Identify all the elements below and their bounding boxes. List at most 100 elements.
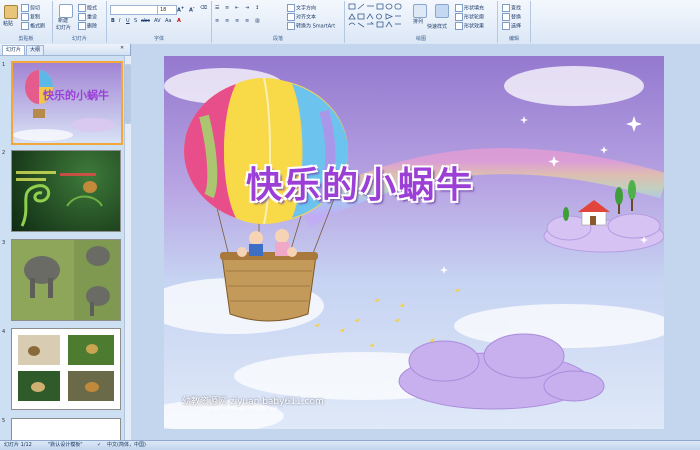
thumbnail-number: 2: [2, 150, 6, 156]
tab-slides[interactable]: 幻灯片: [2, 45, 26, 55]
shape-outline-label: 形状轮廓: [464, 14, 485, 21]
format-painter-label: 格式刷: [30, 23, 46, 30]
thumbnail-1-art: [13, 70, 115, 141]
increase-indent-icon[interactable]: ⇥: [245, 5, 249, 11]
slide-thumbnail-4[interactable]: [11, 328, 121, 410]
replace-label: 替换: [511, 14, 522, 21]
paste-button[interactable]: 粘贴: [3, 20, 13, 27]
align-right-icon[interactable]: ≡: [235, 18, 239, 24]
strikethrough-icon[interactable]: abc: [141, 18, 150, 24]
shrink-font-icon[interactable]: A-: [189, 5, 195, 14]
align-text-icon: [287, 13, 295, 21]
cut-button[interactable]: 剪切: [21, 4, 40, 12]
layout-icon: [78, 4, 86, 12]
align-text-button[interactable]: 对齐文本: [287, 13, 316, 21]
shape-fill-button[interactable]: 形状填充: [455, 4, 484, 12]
font-group-label: 字体: [153, 36, 164, 42]
clear-format-icon[interactable]: ⌫: [200, 5, 207, 11]
new-slide-icon: [59, 4, 73, 18]
columns-icon[interactable]: ▥: [255, 18, 260, 24]
quick-styles-icon: [435, 4, 449, 18]
binoculars-icon: [502, 4, 510, 12]
editing-group: 查找 替换 选择 编辑: [498, 1, 531, 43]
arrange-button[interactable]: 排列: [413, 18, 423, 25]
thumbnail-2-art: [16, 171, 103, 227]
brush-icon: [21, 22, 29, 30]
shape-fill-label: 形状填充: [464, 5, 485, 12]
font-group: 18 A+ A- ⌫ B I U S abc AV Aa A 字体: [107, 1, 212, 43]
drawing-group: 排列 快速样式 形状填充 形状轮廓 形状效果 绘图: [345, 1, 498, 43]
cut-label: 剪切: [30, 5, 41, 12]
shape-effects-label: 形状效果: [464, 23, 485, 30]
clipboard-group: 粘贴 剪切 复制 格式刷 剪贴板: [0, 1, 53, 43]
bold-icon[interactable]: B: [111, 18, 115, 24]
arrange-icon: [413, 4, 427, 18]
justify-icon[interactable]: ≡: [245, 18, 249, 24]
layout-label: 版式: [87, 5, 98, 12]
select-label: 选择: [511, 23, 522, 30]
text-direction-icon: [287, 4, 295, 12]
effects-icon: [455, 22, 463, 30]
drawing-group-label: 绘图: [415, 36, 426, 42]
slide-thumbnail-5[interactable]: [11, 418, 121, 440]
shadow-icon[interactable]: S: [134, 18, 137, 24]
line-spacing-icon[interactable]: ↕: [255, 5, 259, 11]
shape-outline-button[interactable]: 形状轮廓: [455, 13, 484, 21]
font-name-select[interactable]: [110, 5, 158, 15]
thumbnail-number: 4: [2, 329, 6, 335]
copy-button[interactable]: 复制: [21, 13, 40, 21]
format-painter-button[interactable]: 格式刷: [21, 22, 45, 30]
slide-artwork: [164, 56, 664, 429]
slide-thumbnail-2[interactable]: [11, 150, 121, 232]
replace-icon: [502, 13, 510, 21]
spacing-icon[interactable]: AV: [154, 18, 161, 24]
quick-styles-button[interactable]: 快速样式: [427, 23, 447, 30]
delete-label: 删除: [87, 23, 98, 30]
italic-icon[interactable]: I: [119, 18, 120, 24]
slide-watermark-sub: PPT课件 · FLASH课件 · 教学故事 · 试卷: [206, 406, 278, 411]
thumbnail-4-art: [18, 335, 114, 401]
align-left-icon[interactable]: ≡: [215, 18, 219, 24]
panel-scrollbar[interactable]: [124, 56, 131, 440]
paragraph-group: ☰ ≡ ⇤ ⇥ ↕ ≡ ≡ ≡ ≡ ▥ 文字方向 对齐文本 转换为 SmartA…: [212, 1, 345, 43]
bullets-icon[interactable]: ☰: [215, 5, 219, 11]
reset-label: 重设: [87, 14, 98, 21]
tab-outline[interactable]: 大纲: [26, 45, 45, 55]
paragraph-group-label: 段落: [272, 36, 283, 42]
slide-thumbnail-1[interactable]: 快乐的小蜗牛: [11, 61, 123, 145]
slide-canvas[interactable]: 快乐的小蜗牛 幼教资源网 ziyuan.baby611.com PPT课件 · …: [164, 56, 664, 429]
thumbnail-number: 1: [2, 62, 6, 68]
select-button[interactable]: 选择: [502, 22, 521, 30]
decrease-indent-icon[interactable]: ⇤: [235, 5, 239, 11]
underline-icon[interactable]: U: [126, 18, 130, 24]
layout-button[interactable]: 版式: [78, 4, 97, 12]
slide-thumbnail-3[interactable]: [11, 239, 121, 321]
reset-icon: [78, 13, 86, 21]
new-slide-button[interactable]: 新建: [58, 17, 68, 24]
grow-font-icon[interactable]: A+: [177, 5, 184, 14]
shapes-gallery[interactable]: [348, 3, 408, 29]
find-button[interactable]: 查找: [502, 4, 521, 12]
smartart-label: 转换为 SmartArt: [296, 23, 336, 30]
new-slide-button-label2[interactable]: 幻灯片: [56, 24, 71, 31]
numbering-icon[interactable]: ≡: [225, 5, 229, 11]
editing-group-label: 编辑: [508, 36, 519, 42]
align-text-label: 对齐文本: [296, 14, 317, 21]
delete-button[interactable]: 删除: [78, 22, 97, 30]
thumbnail-number: 5: [2, 418, 6, 424]
font-size-select[interactable]: 18: [157, 5, 177, 15]
ribbon: 粘贴 剪切 复制 格式刷 剪贴板 新建 幻灯片 版式 重设 删除 幻灯片 18 …: [0, 0, 700, 45]
font-color-icon[interactable]: A: [177, 18, 181, 24]
smartart-button[interactable]: 转换为 SmartArt: [287, 22, 335, 30]
shape-effects-button[interactable]: 形状效果: [455, 22, 484, 30]
slide-title[interactable]: 快乐的小蜗牛: [246, 156, 474, 208]
smartart-icon: [287, 22, 295, 30]
copy-icon: [21, 13, 29, 21]
align-center-icon[interactable]: ≡: [225, 18, 229, 24]
text-direction-label: 文字方向: [296, 5, 317, 12]
change-case-icon[interactable]: Aa: [165, 18, 171, 24]
text-direction-button[interactable]: 文字方向: [287, 4, 316, 12]
replace-button[interactable]: 替换: [502, 13, 521, 21]
reset-button[interactable]: 重设: [78, 13, 97, 21]
close-pane-icon[interactable]: ✕: [120, 45, 124, 51]
